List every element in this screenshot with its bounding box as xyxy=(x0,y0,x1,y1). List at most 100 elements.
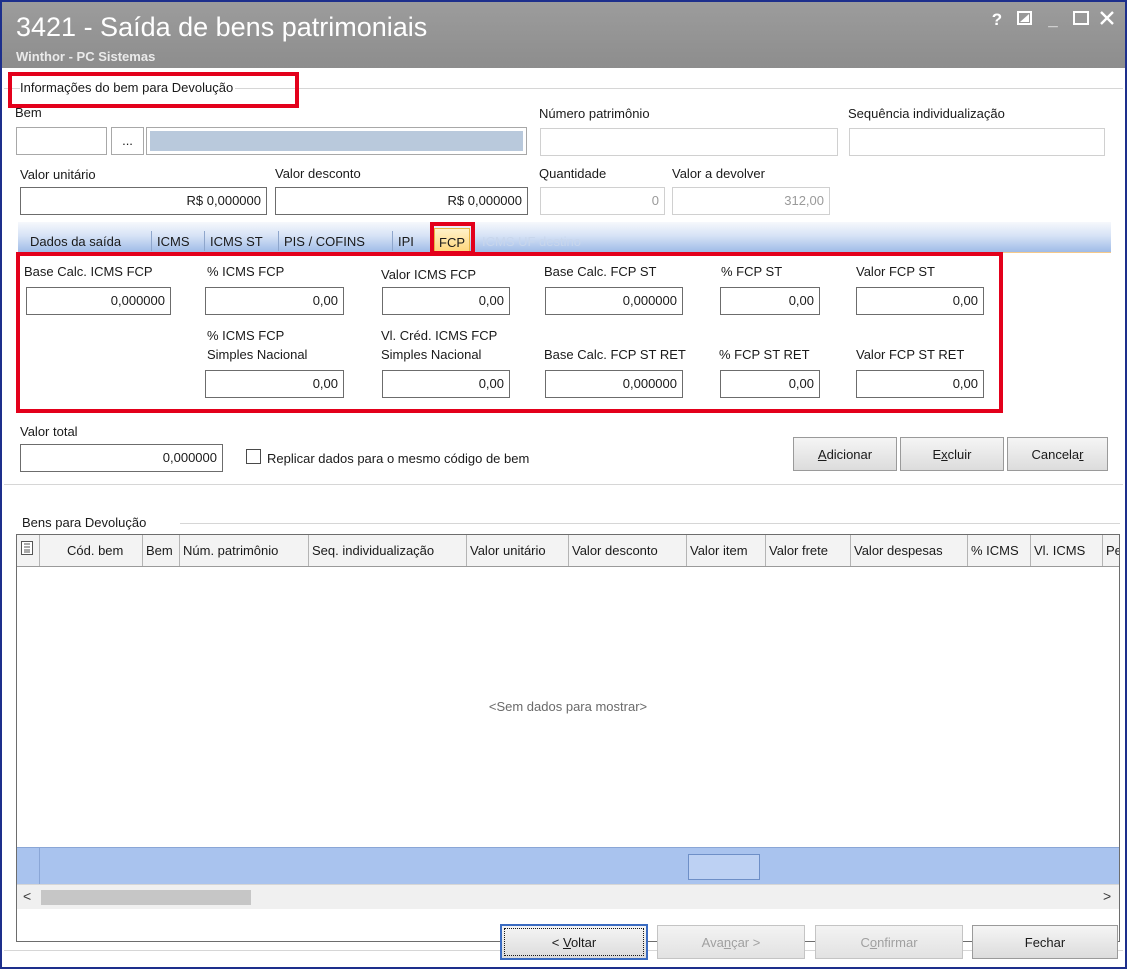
vl-cred-icms-fcp-sn-label: Vl. Créd. ICMS FCP xyxy=(381,328,498,343)
column-valor-item[interactable]: Valor item xyxy=(690,543,748,558)
perc-fcp-st-input[interactable]: 0,00 xyxy=(720,287,820,315)
tab-separator xyxy=(278,231,279,251)
valor-icms-fcp-input[interactable]: 0,00 xyxy=(382,287,510,315)
column-vl-icms[interactable]: Vl. ICMS xyxy=(1034,543,1085,558)
valor-fcp-st-ret-label: Valor FCP ST RET xyxy=(856,347,965,362)
adicionar-button[interactable]: Adicionar xyxy=(793,437,897,471)
valor-total-label: Valor total xyxy=(20,424,78,439)
valor-devolver-input[interactable]: 312,00 xyxy=(672,187,830,215)
grid-group-label: Bens para Devolução xyxy=(22,515,147,530)
tab-icms-uf-destino[interactable]: ICMS UF destino xyxy=(482,234,581,249)
avancar-accelerator: n xyxy=(723,935,732,950)
section-heading: Informações do bem para Devolução xyxy=(20,80,236,95)
quantidade-input[interactable]: 0 xyxy=(540,187,665,215)
column-separator xyxy=(308,535,309,566)
perc-fcp-st-ret-label: % FCP ST RET xyxy=(719,347,810,362)
avancar-button[interactable]: Avançar > xyxy=(657,925,805,959)
vl-cred-icms-fcp-sn-label-2: Simples Nacional xyxy=(381,347,482,362)
base-calc-icms-fcp-input[interactable]: 0,000000 xyxy=(26,287,171,315)
column-chooser-icon[interactable] xyxy=(21,541,33,558)
bem-code-input[interactable] xyxy=(16,127,107,155)
section-divider xyxy=(4,484,1123,485)
column-pe[interactable]: Pe xyxy=(1106,543,1119,558)
bem-lookup-button[interactable]: ... xyxy=(111,127,144,155)
confirmar-button[interactable]: Confirmar xyxy=(815,925,963,959)
tab-dados-saida[interactable]: Dados da saída xyxy=(30,234,121,249)
scrollbar-thumb[interactable] xyxy=(41,890,251,905)
help-button[interactable]: ? xyxy=(986,10,1008,30)
voltar-label-pre: < xyxy=(551,935,563,950)
perc-icms-fcp-input[interactable]: 0,00 xyxy=(205,287,344,315)
valor-unitario-input[interactable]: R$ 0,000000 xyxy=(20,187,267,215)
tab-separator xyxy=(151,231,152,251)
column-valor-frete[interactable]: Valor frete xyxy=(769,543,828,558)
column-separator xyxy=(142,535,143,566)
close-button[interactable] xyxy=(1096,10,1118,31)
quantidade-label: Quantidade xyxy=(539,166,607,181)
column-perc-icms[interactable]: % ICMS xyxy=(971,543,1019,558)
fechar-button[interactable]: Fechar xyxy=(972,925,1118,959)
column-valor-desconto[interactable]: Valor desconto xyxy=(572,543,658,558)
excluir-button[interactable]: Excluir xyxy=(900,437,1004,471)
close-icon xyxy=(1100,11,1114,25)
sequencia-label: Sequência individualização xyxy=(848,106,1005,121)
avancar-label-post: çar > xyxy=(731,935,761,950)
base-calc-fcp-st-ret-input[interactable]: 0,000000 xyxy=(545,370,683,398)
maximize-button[interactable] xyxy=(1070,10,1092,31)
column-separator xyxy=(967,535,968,566)
column-separator xyxy=(39,535,40,566)
tab-icms[interactable]: ICMS xyxy=(157,234,190,249)
column-bem[interactable]: Bem xyxy=(146,543,173,558)
tab-ipi[interactable]: IPI xyxy=(398,234,414,249)
replicar-checkbox[interactable] xyxy=(246,449,261,464)
valor-desconto-input[interactable]: R$ 0,000000 xyxy=(275,187,528,215)
base-calc-icms-fcp-label: Base Calc. ICMS FCP xyxy=(24,264,153,279)
empty-grid-message: <Sem dados para mostrar> xyxy=(488,699,648,714)
title-bar[interactable]: 3421 - Saída de bens patrimoniais Wintho… xyxy=(2,2,1125,68)
voltar-button[interactable]: < Voltar xyxy=(500,924,648,960)
scroll-right-icon[interactable]: > xyxy=(1103,888,1111,904)
layout-icon xyxy=(1017,11,1032,25)
restore-layout-button[interactable] xyxy=(1014,10,1036,31)
column-separator xyxy=(765,535,766,566)
window-subtitle: Winthor - PC Sistemas xyxy=(16,49,156,64)
valor-icms-fcp-label: Valor ICMS FCP xyxy=(381,267,477,282)
base-calc-fcp-st-input[interactable]: 0,000000 xyxy=(545,287,683,315)
valor-total-input[interactable]: 0,000000 xyxy=(20,444,223,472)
numero-patrimonio-input[interactable] xyxy=(540,128,838,156)
column-valor-unitario[interactable]: Valor unitário xyxy=(470,543,546,558)
column-separator xyxy=(1102,535,1103,566)
valor-fcp-st-ret-input[interactable]: 0,00 xyxy=(856,370,984,398)
column-num-patrimonio[interactable]: Núm. patrimônio xyxy=(183,543,278,558)
column-seq-individualizacao[interactable]: Seq. individualização xyxy=(312,543,434,558)
minimize-button[interactable]: _ xyxy=(1042,10,1064,30)
column-valor-despesas[interactable]: Valor despesas xyxy=(854,543,943,558)
vl-cred-icms-fcp-sn-input[interactable]: 0,00 xyxy=(382,370,510,398)
tab-icms-st[interactable]: ICMS ST xyxy=(210,234,263,249)
scroll-left-icon[interactable]: < xyxy=(23,888,31,904)
horizontal-scrollbar[interactable]: < > xyxy=(17,884,1119,909)
avancar-label-pre: Ava xyxy=(701,935,724,950)
footer-separator xyxy=(39,848,40,884)
bens-devolucao-grid[interactable]: Cód. bem Bem Núm. patrimônio Seq. indivi… xyxy=(16,534,1120,942)
grid-summary-cell[interactable] xyxy=(688,854,760,880)
adicionar-label-post: dicionar xyxy=(826,447,873,462)
base-calc-fcp-st-ret-label: Base Calc. FCP ST RET xyxy=(544,347,686,362)
column-cod-bem[interactable]: Cód. bem xyxy=(67,543,123,558)
perc-fcp-st-ret-input[interactable]: 0,00 xyxy=(720,370,820,398)
confirmar-accelerator: o xyxy=(869,935,878,950)
bem-description-field xyxy=(146,127,527,155)
tab-pis-cofins[interactable]: PIS / COFINS xyxy=(284,234,365,249)
tab-separator xyxy=(392,231,393,251)
sequencia-input[interactable] xyxy=(849,128,1105,156)
tab-separator xyxy=(204,231,205,251)
perc-fcp-st-label: % FCP ST xyxy=(721,264,783,279)
valor-fcp-st-input[interactable]: 0,00 xyxy=(856,287,984,315)
cancelar-label-pre: Cancela xyxy=(1031,447,1080,462)
cancelar-button[interactable]: Cancelar xyxy=(1007,437,1108,471)
bem-label: Bem xyxy=(15,105,42,120)
valor-desconto-label: Valor desconto xyxy=(275,166,361,181)
column-separator xyxy=(850,535,851,566)
perc-icms-fcp-sn-input[interactable]: 0,00 xyxy=(205,370,344,398)
confirmar-label-pre: C xyxy=(860,935,870,950)
